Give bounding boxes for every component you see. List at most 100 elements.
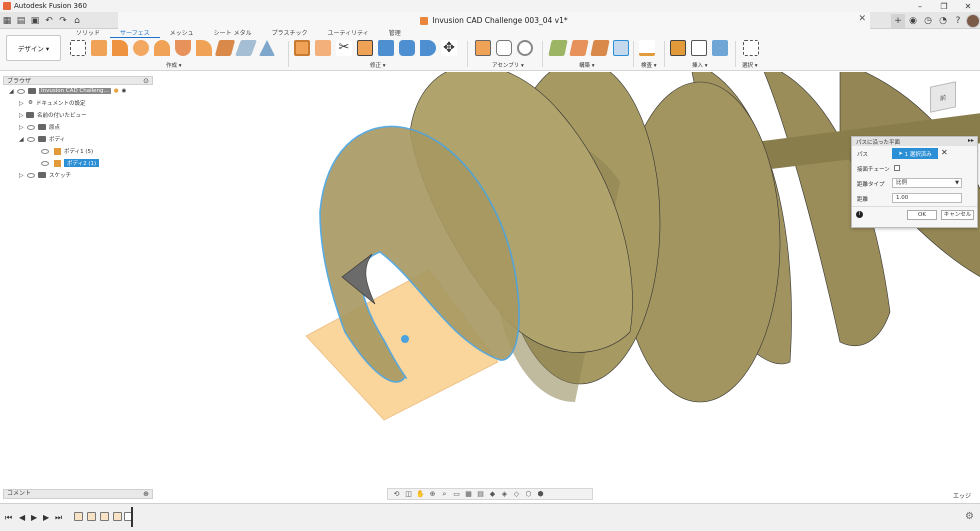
offset-plane-icon[interactable] — [548, 40, 568, 56]
tab-utilities[interactable]: ユーティリティ — [317, 29, 378, 38]
group-create[interactable]: 作成 ▾ — [166, 61, 182, 69]
collapse-arrow-icon[interactable]: ◢ — [19, 136, 25, 143]
offset-icon[interactable] — [214, 40, 236, 56]
tree-item-document-settings[interactable]: ▷ ⚙ ドキュメントの設定 — [3, 97, 153, 109]
trim-icon[interactable] — [315, 40, 331, 56]
tangent-plane-icon[interactable] — [590, 40, 610, 56]
create-sketch-icon[interactable] — [70, 40, 86, 56]
close-tab-button[interactable]: ✕ — [858, 14, 866, 24]
job-status-icon[interactable]: ◷ — [921, 14, 935, 28]
go-to-end-icon[interactable]: ⏭ — [55, 513, 62, 523]
split-body-icon[interactable] — [294, 40, 310, 56]
timeline-feature-extrude[interactable] — [87, 512, 96, 521]
extensions-icon[interactable]: ◉ — [906, 14, 920, 28]
stitch-icon[interactable] — [378, 40, 394, 56]
pan-icon[interactable]: ✋ — [416, 490, 425, 499]
ok-button[interactable]: OK — [907, 210, 937, 220]
grid-menu-icon[interactable]: ▦ — [0, 14, 14, 28]
new-component-icon[interactable] — [475, 40, 491, 56]
close-window-button[interactable]: ✕ — [956, 0, 980, 12]
view-cube[interactable]: 前 — [930, 81, 956, 113]
fillet-icon[interactable] — [420, 40, 436, 56]
look-at-icon[interactable]: ◫ — [404, 490, 413, 499]
orbit-icon[interactable]: ⟲ — [392, 490, 401, 499]
move-icon[interactable]: ✥ — [441, 40, 457, 56]
group-inspect[interactable]: 検査 ▾ — [641, 61, 657, 69]
extend-icon[interactable] — [357, 40, 373, 56]
minimize-button[interactable]: – — [908, 0, 932, 12]
tree-item-origin[interactable]: ▷ 原点 — [3, 121, 153, 133]
timeline-settings-icon[interactable]: ⚙ — [965, 511, 974, 522]
hidden-edges-icon[interactable]: ◇ — [512, 490, 521, 499]
pin-icon[interactable]: ⊙ — [143, 77, 149, 85]
visibility-eye-icon[interactable] — [41, 148, 49, 154]
extrude-icon[interactable] — [91, 40, 107, 56]
distance-type-dropdown[interactable]: 比例 ▼ — [892, 178, 962, 188]
save-icon[interactable]: ▣ — [28, 14, 42, 28]
path-selection-button[interactable]: ➤ 1 選択済み — [892, 148, 938, 159]
active-lightbulb-icon[interactable]: ● — [114, 88, 119, 94]
tree-item-sketches[interactable]: ▷ スケッチ — [3, 169, 153, 181]
file-icon[interactable]: ▤ — [14, 14, 28, 28]
tree-root[interactable]: ◢ Invusion CAD Challeng... ● ◉ — [3, 85, 153, 97]
fit-icon[interactable]: ⌕ — [440, 490, 449, 499]
user-avatar[interactable] — [966, 13, 980, 28]
expand-arrow-icon[interactable]: ▷ — [19, 100, 25, 107]
visibility-eye-icon[interactable] — [17, 88, 25, 94]
tangent-chain-checkbox[interactable] — [894, 165, 900, 171]
tab-manage[interactable]: 管理 — [379, 29, 411, 38]
add-comment-icon[interactable]: ⊕ — [143, 490, 149, 498]
tree-item-body1[interactable]: ボディ1 (5) — [3, 145, 153, 157]
shaded-edges-icon[interactable]: ◈ — [500, 490, 509, 499]
timeline-marker[interactable] — [131, 507, 133, 527]
tab-mesh[interactable]: メッシュ — [160, 29, 204, 38]
tree-item-body2[interactable]: ボディ2 (1) — [3, 157, 153, 169]
motion-link-icon[interactable] — [517, 40, 533, 56]
browser-header[interactable]: ブラウザ ⊙ — [3, 76, 153, 85]
tab-solid[interactable]: ソリッド — [66, 29, 110, 38]
grid-settings-icon[interactable]: ▦ — [464, 490, 473, 499]
collapse-arrow-icon[interactable]: ◢ — [9, 88, 15, 95]
comments-panel[interactable]: コメント ⊕ — [3, 489, 153, 499]
undo-icon[interactable]: ↶ — [42, 14, 56, 28]
expand-arrow-icon[interactable]: ▷ — [19, 124, 25, 131]
help-icon[interactable]: ? — [951, 14, 965, 28]
activate-radio-icon[interactable]: ◉ — [122, 88, 127, 94]
expand-arrow-icon[interactable]: ▷ — [19, 172, 25, 179]
visibility-eye-icon[interactable] — [27, 172, 35, 178]
dialog-header[interactable]: パスに沿った平面 ▸▸ — [852, 137, 977, 146]
insert-mcmaster-icon[interactable] — [691, 40, 707, 56]
revolve-icon[interactable] — [112, 40, 128, 56]
cancel-button[interactable]: キャンセル — [941, 210, 974, 220]
ruled-icon[interactable] — [196, 40, 212, 56]
visual-style-icon[interactable]: ⬢ — [536, 490, 545, 499]
select-icon[interactable] — [743, 40, 759, 56]
shaded-cube-icon[interactable]: ◆ — [488, 490, 497, 499]
insert-image-icon[interactable] — [712, 40, 728, 56]
plane-along-path-icon[interactable] — [613, 40, 629, 56]
patch-icon[interactable] — [175, 40, 191, 56]
loft-icon[interactable] — [154, 40, 170, 56]
redo-icon[interactable]: ↷ — [56, 14, 70, 28]
scissors-icon[interactable]: ✂ — [336, 40, 352, 56]
boundary-fill-icon[interactable] — [259, 40, 275, 56]
new-tab-icon[interactable]: + — [891, 13, 905, 28]
tab-surface[interactable]: サーフェス — [110, 29, 160, 38]
workspace-switcher[interactable]: デザイン ▾ — [6, 35, 61, 61]
group-construct[interactable]: 構築 ▾ — [579, 61, 595, 69]
group-assemble[interactable]: アセンブリ ▾ — [492, 61, 524, 69]
step-forward-icon[interactable]: ▶ — [43, 513, 49, 522]
insert-derive-icon[interactable] — [670, 40, 686, 56]
visibility-eye-icon[interactable] — [27, 136, 35, 142]
tab-plastic[interactable]: プラスチック — [262, 29, 318, 38]
visibility-eye-icon[interactable] — [41, 160, 49, 166]
maximize-button[interactable]: ❐ — [932, 0, 956, 12]
clear-selection-icon[interactable]: ✕ — [941, 148, 948, 157]
path-manipulator[interactable] — [401, 335, 409, 343]
home-icon[interactable]: ⌂ — [70, 14, 84, 28]
document-tab[interactable]: Invusion CAD Challenge 003_04 v1* ✕ — [118, 12, 870, 29]
thicken-icon[interactable] — [235, 40, 257, 56]
group-insert[interactable]: 挿入 ▾ — [692, 61, 708, 69]
timeline-feature-sketch[interactable] — [100, 512, 109, 521]
tree-item-named-views[interactable]: ▷ 名前の付いたビュー — [3, 109, 153, 121]
